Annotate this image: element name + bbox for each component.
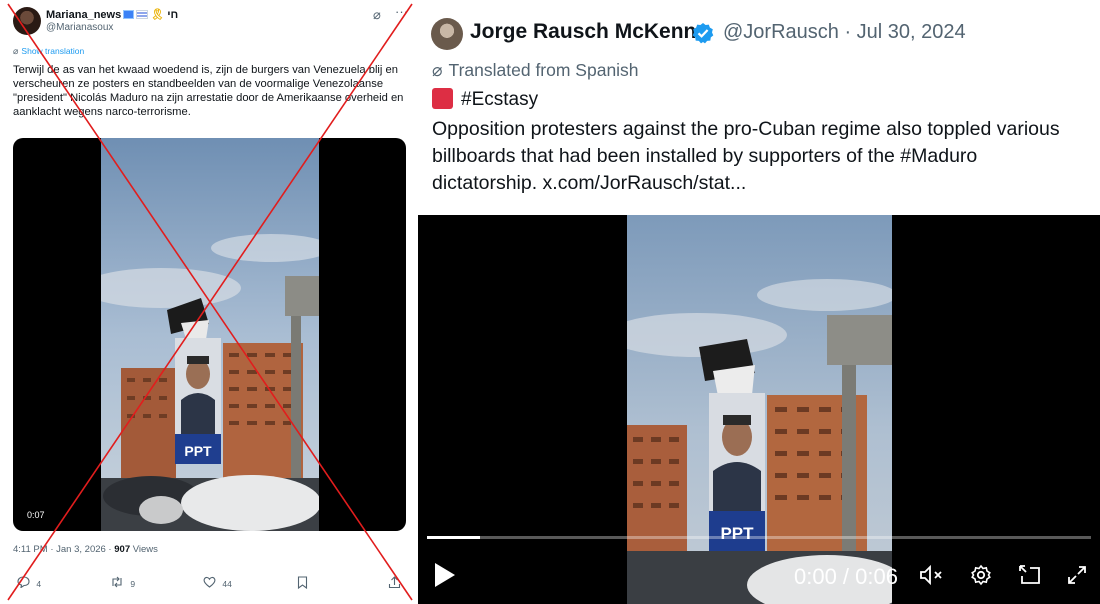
like-button[interactable]: 44	[203, 576, 232, 591]
bookmark-icon	[297, 576, 308, 592]
more-icon[interactable]: ···	[395, 4, 408, 19]
picture-in-picture-icon[interactable]	[1016, 564, 1044, 592]
video-duration: 0:07	[23, 509, 49, 521]
video-progress-fill	[427, 536, 481, 539]
video-frame: PPT	[101, 138, 319, 531]
video-frame: PPT	[627, 215, 892, 604]
verified-badge-icon	[692, 23, 714, 44]
video-player[interactable]: PPT 0:00 / 0:06	[418, 215, 1100, 604]
ribbon-icon: 🎗	[150, 9, 165, 21]
tweet-meta: 4:11 PM · Jan 3, 2026 · 907 Views	[13, 544, 158, 555]
author-name[interactable]: Mariana_news 🎗 חי	[46, 8, 178, 21]
flag-icon	[123, 10, 135, 19]
share-icon	[388, 576, 401, 592]
author-handle[interactable]: @JorRausch · Jul 30, 2024	[723, 21, 966, 44]
banner-text: PPT	[184, 443, 212, 459]
translate-icon: ⌀	[432, 60, 443, 80]
banner-text: PPT	[720, 524, 754, 543]
red-square-icon	[432, 88, 453, 109]
fullscreen-icon[interactable]	[1063, 564, 1091, 592]
repost-icon	[110, 576, 127, 591]
repost-button[interactable]: 9	[110, 576, 135, 591]
avatar[interactable]	[13, 7, 41, 35]
tweet-actions: 4 9 44	[13, 576, 405, 596]
right-tweet: Jorge Rausch McKenna @JorRausch · Jul 30…	[418, 0, 1100, 604]
author-handle[interactable]: @Marianasoux	[46, 22, 113, 33]
translated-label: ⌀ Translated from Spanish	[432, 60, 639, 80]
translate-icon: ⌀	[13, 46, 19, 56]
author-name[interactable]: Jorge Rausch McKenna	[470, 20, 708, 44]
show-translation-link[interactable]: ⌀ Show translation	[13, 46, 84, 57]
bookmark-button[interactable]	[297, 576, 308, 592]
heart-icon	[203, 576, 219, 591]
left-tweet: Mariana_news 🎗 חי @Marianasoux ⌀ ··· ⌀ Sho…	[0, 0, 416, 604]
mute-icon[interactable]	[918, 564, 946, 592]
tweet-text: Opposition protesters against the pro-Cu…	[432, 118, 1060, 194]
video-timer: 0:00 / 0:06	[794, 564, 898, 589]
hashtag-line: #Ecstasy	[432, 88, 538, 111]
israel-flag-icon	[136, 10, 149, 19]
avatar[interactable]	[431, 18, 463, 50]
grok-icon[interactable]: ⌀	[373, 7, 381, 23]
tweet-text: Terwijl de as van het kwaad woedend is, …	[13, 64, 404, 118]
settings-icon[interactable]	[967, 564, 995, 592]
share-button[interactable]	[388, 576, 401, 592]
reply-button[interactable]: 4	[17, 576, 41, 591]
video-progress-bar[interactable]	[427, 536, 1091, 539]
reply-icon	[17, 576, 33, 591]
video-player[interactable]: PPT 0:07	[13, 138, 406, 531]
play-icon[interactable]	[433, 562, 457, 588]
